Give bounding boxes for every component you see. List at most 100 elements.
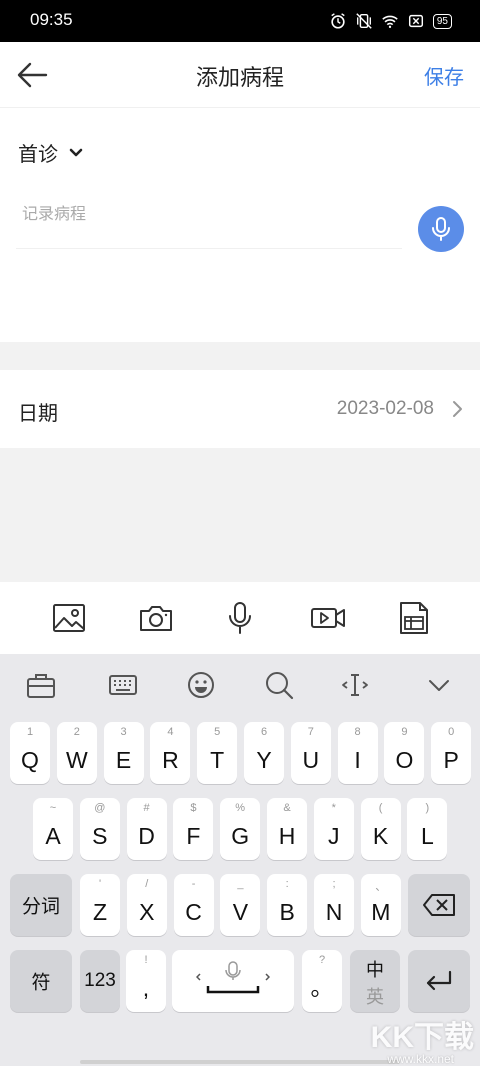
fenci-key[interactable]: 分词	[10, 874, 72, 936]
backspace-icon	[423, 894, 455, 916]
lang-zh-label: 中	[366, 960, 384, 981]
key-label: E	[115, 747, 132, 773]
search-icon[interactable]	[264, 670, 294, 700]
key-r[interactable]: 4R	[150, 722, 191, 784]
key-sub-label: /	[145, 878, 149, 890]
collapse-icon[interactable]	[424, 670, 454, 700]
key-sub-label: %	[235, 802, 246, 814]
camera-icon[interactable]	[138, 600, 174, 636]
key-sub-label: 2	[73, 726, 80, 738]
key-j[interactable]: * J	[313, 798, 354, 860]
status-time: 09:35	[30, 10, 73, 29]
section-gap	[0, 342, 480, 370]
keyboard-toolbar	[0, 654, 480, 714]
key-o[interactable]: 9O	[384, 722, 425, 784]
app-header: 添加病程 保存	[0, 42, 480, 108]
key-q[interactable]: 1Q	[10, 722, 50, 784]
soft-keyboard: 分词 符 123 ! , ? 。 中 英 1Q2W3E4R5T6Y7U8I9O0…	[0, 654, 480, 1066]
save-button[interactable]: 保存	[424, 61, 464, 90]
space-mic-icon	[196, 961, 270, 994]
key-e[interactable]: 3E	[103, 722, 144, 784]
key-n[interactable]: ; N	[314, 874, 354, 936]
keyboard-icon[interactable]	[108, 670, 138, 700]
key-label: K	[372, 823, 389, 849]
key-p[interactable]: 0P	[431, 722, 472, 784]
key-label: A	[45, 823, 61, 849]
toolbox-icon[interactable]	[26, 670, 56, 700]
enter-key[interactable]	[408, 950, 470, 1012]
key-d[interactable]: # D	[126, 798, 167, 860]
symbol-key-label: 符	[31, 971, 51, 994]
document-icon[interactable]	[396, 600, 432, 636]
cursor-icon[interactable]	[340, 670, 370, 700]
key-label: P	[443, 747, 459, 773]
microphone-icon	[432, 217, 450, 241]
key-label: C	[185, 899, 202, 925]
key-label: S	[92, 823, 108, 849]
key-sub-label: 5	[214, 726, 221, 738]
key-label: U	[302, 747, 320, 773]
key-l[interactable]: ) L	[407, 798, 448, 860]
space-key[interactable]	[172, 950, 294, 1012]
status-icons: 95	[329, 12, 452, 30]
video-icon[interactable]	[310, 600, 346, 636]
key-k[interactable]: (K	[360, 798, 401, 860]
record-text-input[interactable]: 记录病程	[22, 200, 86, 224]
watermark-url: www.kkx.net	[387, 1052, 454, 1066]
key-label: B	[279, 899, 295, 925]
key-label: R	[162, 747, 179, 773]
comma-key[interactable]: ! ,	[126, 950, 166, 1012]
key-z[interactable]: ' Z	[80, 874, 120, 936]
key-sub-label: '	[98, 878, 102, 890]
language-switch-key[interactable]: 中 英	[350, 950, 400, 1012]
enter-icon	[426, 970, 452, 991]
key-w[interactable]: 2W	[56, 722, 97, 784]
key-sub-label: *	[331, 802, 336, 814]
key-m[interactable]: 、 M	[360, 874, 401, 936]
key-sub-label: 8	[354, 726, 361, 738]
symbol-key[interactable]: 符	[10, 950, 72, 1012]
date-value: 2023-02-08	[336, 398, 434, 419]
period-key-sub: ?	[318, 954, 326, 966]
sim-off-icon	[408, 14, 423, 28]
key-b[interactable]: :B	[267, 874, 308, 936]
microphone-icon[interactable]	[222, 600, 258, 636]
key-sub-label: 0	[448, 726, 455, 738]
key-label: F	[186, 823, 201, 849]
key-a[interactable]: ~ A	[33, 798, 73, 860]
comma-key-label: ,	[142, 975, 150, 1001]
key-label: G	[231, 823, 250, 849]
divider	[16, 248, 402, 249]
key-label: X	[139, 899, 155, 925]
key-label: W	[65, 747, 88, 773]
page-title: 添加病程	[195, 66, 284, 91]
date-row[interactable]: 日期 2023-02-08	[0, 370, 480, 448]
key-i[interactable]: 8I	[337, 722, 378, 784]
key-s[interactable]: @ S	[79, 798, 120, 860]
home-indicator[interactable]	[80, 1060, 400, 1064]
key-c[interactable]: -C	[173, 874, 214, 936]
image-icon[interactable]	[51, 600, 87, 636]
key-u[interactable]: 7U	[290, 722, 331, 784]
visit-type-selector[interactable]: 首诊	[18, 138, 84, 167]
emoji-icon[interactable]	[186, 670, 216, 700]
voice-input-button[interactable]	[418, 206, 464, 252]
key-sub-label: 7	[307, 726, 314, 738]
key-g[interactable]: % G	[220, 798, 261, 860]
key-y[interactable]: 6Y	[244, 722, 284, 784]
period-key[interactable]: ? 。	[302, 950, 342, 1012]
key-f[interactable]: $ F	[173, 798, 214, 860]
key-t[interactable]: 5T	[197, 722, 238, 784]
vibrate-icon	[356, 13, 372, 29]
key-label: O	[395, 747, 414, 773]
number-key[interactable]: 123	[80, 950, 120, 1012]
backspace-key[interactable]	[408, 874, 470, 936]
key-h[interactable]: & H	[267, 798, 307, 860]
key-label: V	[232, 899, 249, 925]
key-label: T	[210, 747, 225, 773]
record-section: 首诊 记录病程	[0, 108, 480, 342]
key-v[interactable]: _ V	[220, 874, 261, 936]
key-label: M	[371, 899, 391, 925]
alarm-icon	[331, 13, 345, 29]
key-x[interactable]: / X	[126, 874, 167, 936]
